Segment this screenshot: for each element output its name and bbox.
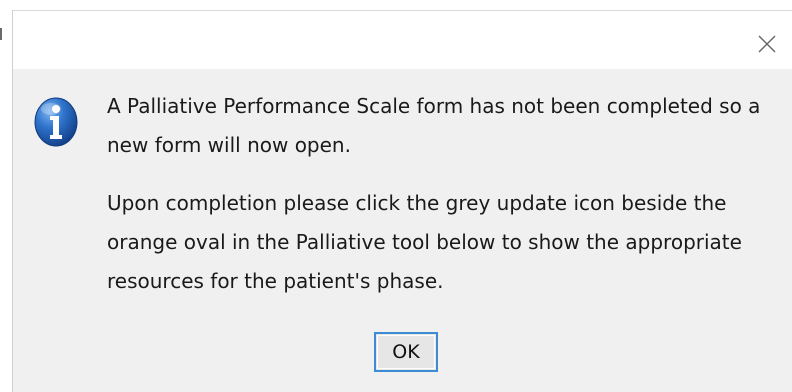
info-icon <box>34 97 78 147</box>
close-button[interactable] <box>752 29 782 59</box>
ok-button[interactable]: OK <box>374 332 438 372</box>
background-window-edge <box>0 28 2 40</box>
dialog-message: A Palliative Performance Scale form has … <box>107 87 787 301</box>
close-icon <box>758 35 776 53</box>
screen: A Palliative Performance Scale form has … <box>0 0 792 392</box>
message-paragraph-1: A Palliative Performance Scale form has … <box>107 94 761 157</box>
message-dialog: A Palliative Performance Scale form has … <box>12 10 792 392</box>
message-paragraph-2: Upon completion please click the grey up… <box>107 191 742 293</box>
dialog-titlebar <box>13 11 792 69</box>
